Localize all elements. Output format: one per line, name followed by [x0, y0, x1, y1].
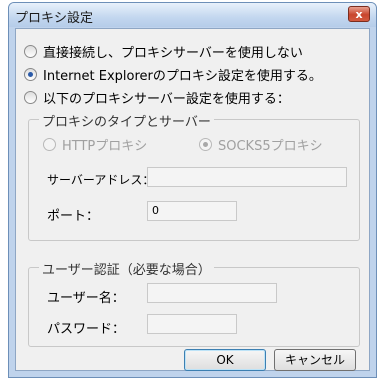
radio-socks5-proxy[interactable]: SOCKS5プロキシ — [199, 134, 323, 154]
port-label: ポート： — [47, 209, 100, 224]
ok-button[interactable]: OK — [184, 349, 266, 371]
dialog-body: 直接接続し、プロキシサーバーを使用しない Internet Explorerのプ… — [15, 28, 370, 371]
title-bar[interactable]: プロキシ設定 x — [9, 3, 376, 27]
radio-icon[interactable] — [24, 67, 37, 81]
radio-http-proxy[interactable]: HTTPプロキシ — [43, 134, 147, 154]
proxy-type-group: プロキシのタイプとサーバー HTTPプロキシ SOCKS5プロキシ サーバーアド… — [28, 111, 360, 241]
password-label: パスワード： — [47, 322, 126, 337]
radio-icon[interactable] — [199, 137, 212, 151]
radio-manual-proxy[interactable]: 以下のプロキシサーバー設定を使用する： — [24, 87, 290, 107]
port-input[interactable]: 0 — [147, 201, 237, 221]
user-auth-group: ユーザー認証（必要な場合） ユーザー名： パスワード： — [28, 259, 360, 347]
radio-socks5-proxy-label: SOCKS5プロキシ — [218, 138, 323, 154]
proxy-settings-dialog: プロキシ設定 x 直接接続し、プロキシサーバーを使用しない Internet E… — [8, 2, 377, 378]
radio-manual-proxy-label: 以下のプロキシサーバー設定を使用する： — [43, 91, 290, 107]
user-auth-group-title: ユーザー認証（必要な場合） — [39, 259, 214, 278]
cancel-button[interactable]: キャンセル — [274, 349, 356, 371]
radio-icon[interactable] — [24, 90, 37, 104]
radio-icon[interactable] — [24, 44, 37, 58]
radio-no-proxy[interactable]: 直接接続し、プロキシサーバーを使用しない — [24, 41, 303, 61]
radio-icon[interactable] — [43, 137, 56, 151]
radio-no-proxy-label: 直接接続し、プロキシサーバーを使用しない — [43, 45, 303, 61]
password-input[interactable] — [147, 314, 237, 334]
username-label: ユーザー名： — [47, 291, 125, 306]
username-input[interactable] — [147, 283, 277, 303]
server-address-input[interactable] — [147, 167, 347, 187]
close-button[interactable]: x — [348, 6, 370, 22]
radio-http-proxy-label: HTTPプロキシ — [62, 138, 148, 154]
proxy-type-group-title: プロキシのタイプとサーバー — [39, 111, 214, 130]
dialog-title: プロキシ設定 — [15, 11, 94, 26]
radio-use-ie-settings-label: Internet Explorerのプロキシ設定を使用する。 — [43, 68, 322, 84]
server-address-label: サーバーアドレス： — [47, 173, 155, 187]
radio-use-ie-settings[interactable]: Internet Explorerのプロキシ設定を使用する。 — [24, 64, 322, 84]
